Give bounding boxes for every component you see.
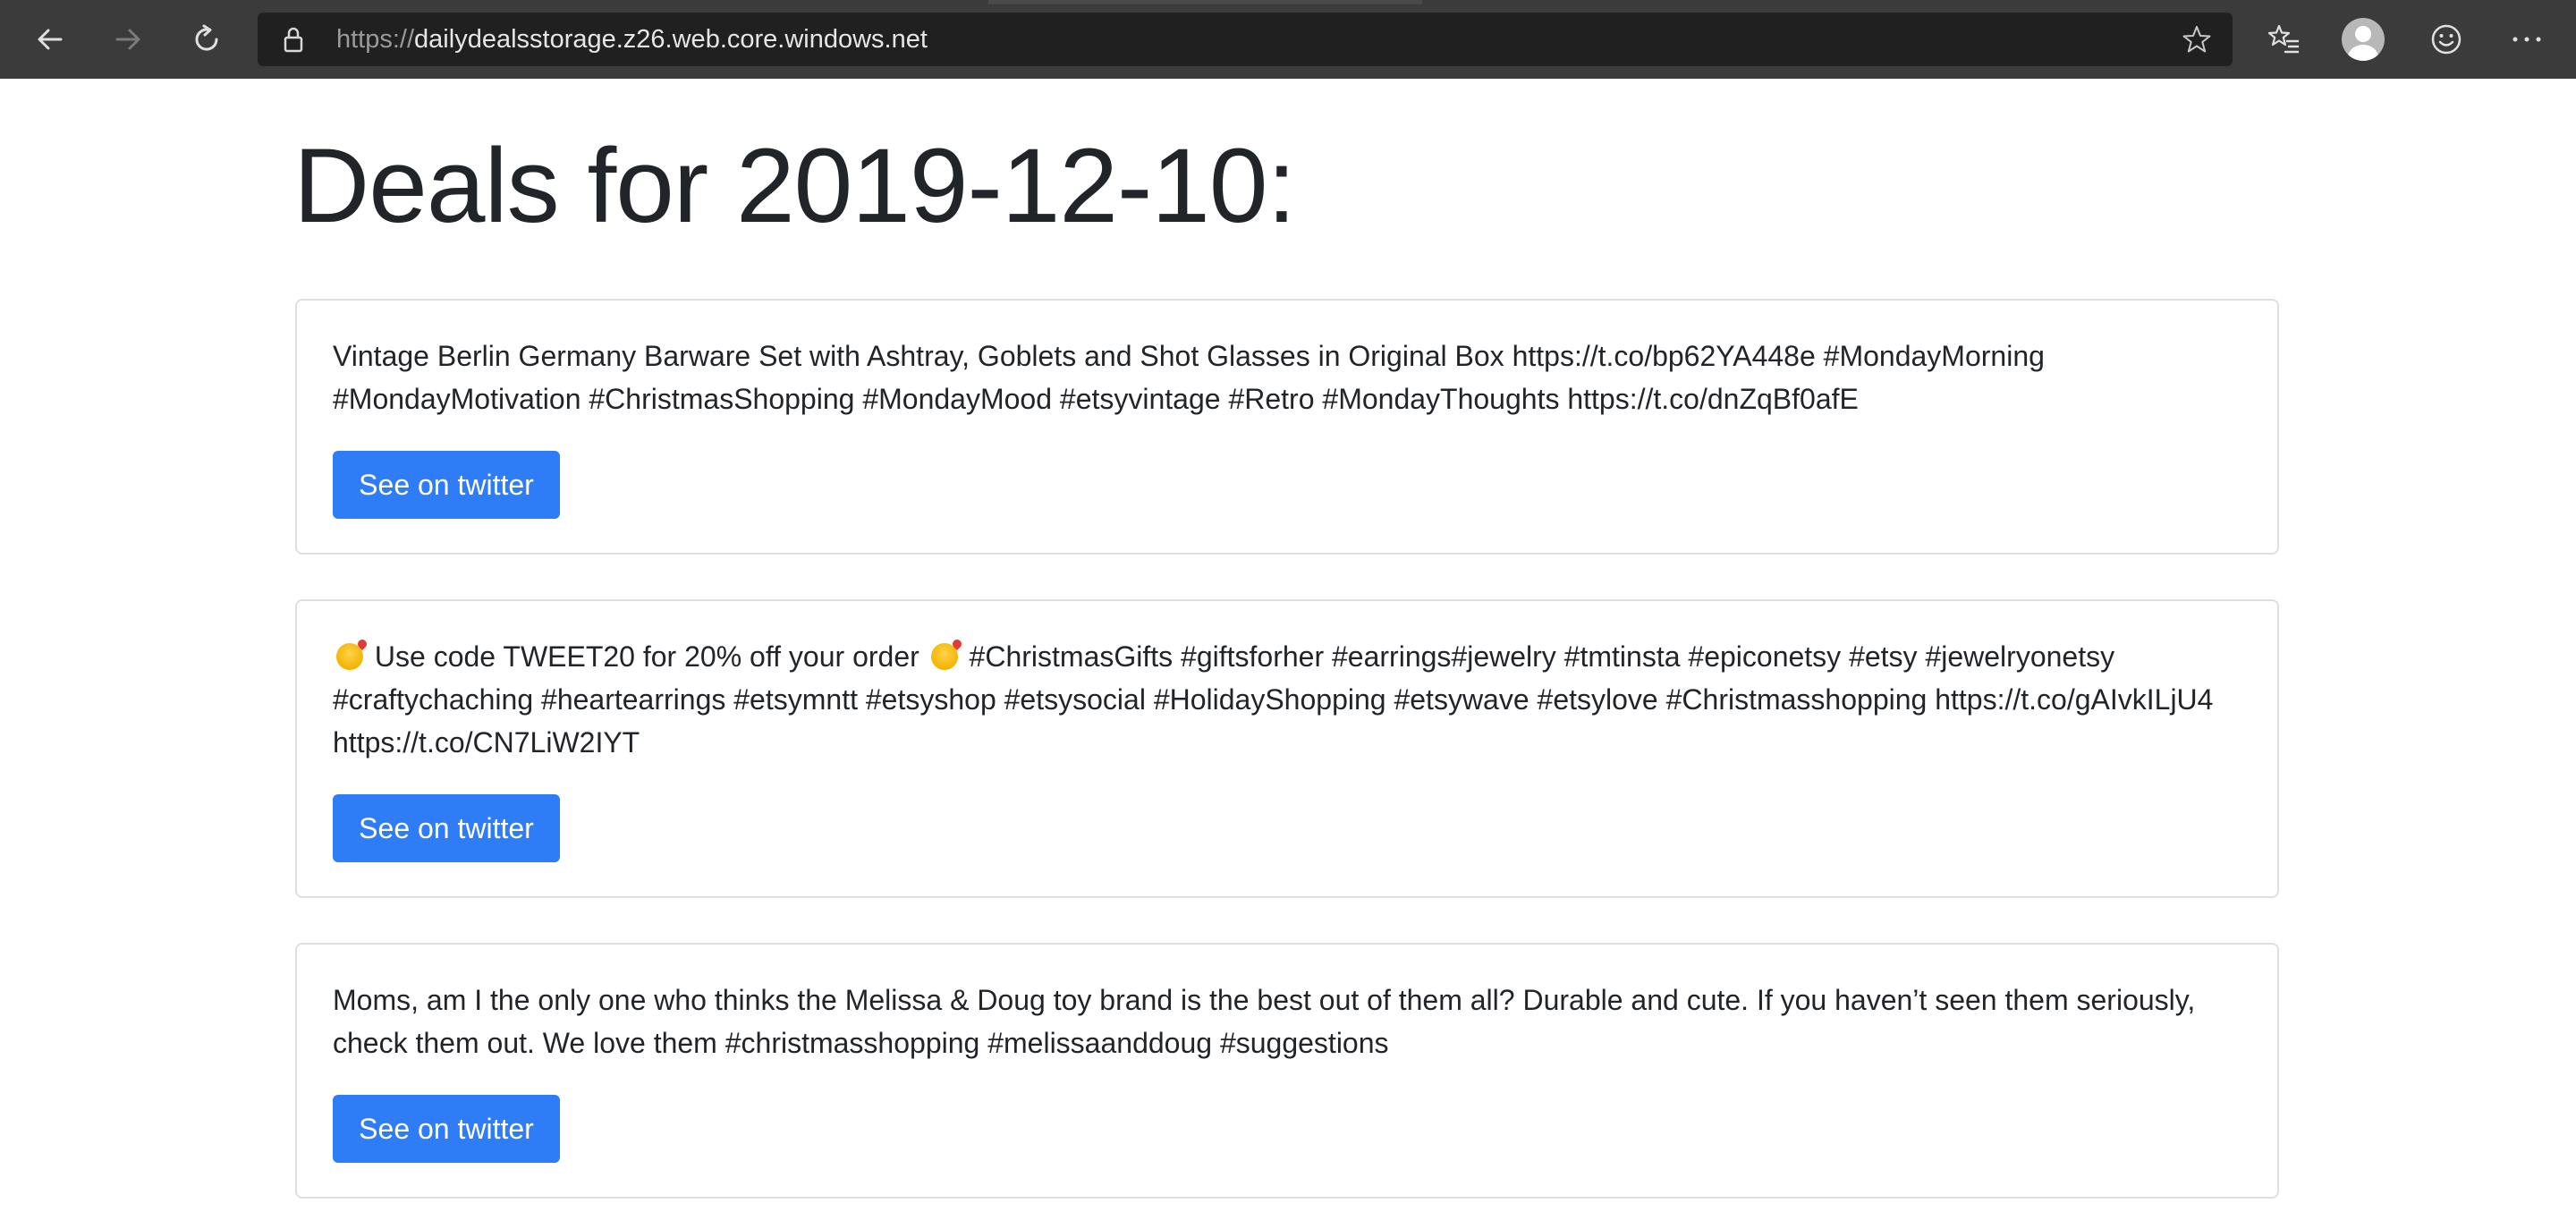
deal-card: Moms, am I the only one who thinks the M… — [295, 943, 2279, 1199]
url-scheme: https:// — [336, 25, 415, 54]
forward-button[interactable] — [106, 17, 150, 62]
more-menu-button[interactable] — [2504, 17, 2549, 62]
deal-card: Vintage Berlin Germany Barware Set with … — [295, 299, 2279, 555]
page-title: Deals for 2019-12-10: — [293, 127, 1296, 245]
smiley-icon — [2431, 24, 2462, 55]
url-field[interactable]: https://dailydealsstorage.z26.web.core.w… — [336, 13, 2036, 66]
url-host: dailydealsstorage.z26.web.core.windows.n… — [414, 25, 928, 54]
active-tab-indicator — [988, 0, 1422, 4]
ellipsis-icon — [2512, 37, 2541, 42]
see-on-twitter-button[interactable]: See on twitter — [333, 794, 560, 862]
arrow-left-icon — [38, 29, 63, 50]
smiling-face-with-hearts-icon — [336, 643, 363, 670]
address-bar[interactable]: https://dailydealsstorage.z26.web.core.w… — [258, 13, 2233, 66]
see-on-twitter-button[interactable]: See on twitter — [333, 1095, 560, 1163]
refresh-button[interactable] — [184, 17, 229, 62]
deal-text-part1: Use code TWEET20 for 20% off your order — [374, 640, 919, 673]
favorites-button[interactable] — [2261, 17, 2306, 62]
favorites-list-icon — [2267, 24, 2300, 54]
back-button[interactable] — [28, 17, 72, 62]
lock-icon — [284, 27, 303, 53]
arrow-right-icon — [115, 29, 140, 50]
browser-toolbar: https://dailydealsstorage.z26.web.core.w… — [0, 0, 2576, 80]
see-on-twitter-button[interactable]: See on twitter — [333, 451, 560, 519]
smiling-face-with-hearts-icon — [930, 643, 958, 670]
page-content: Deals for 2019-12-10: Vintage Berlin Ger… — [0, 79, 2576, 1229]
deal-text: Use code TWEET20 for 20% off your order … — [333, 635, 2256, 764]
avatar — [2342, 18, 2385, 61]
feedback-button[interactable] — [2424, 17, 2469, 62]
refresh-icon — [195, 24, 218, 51]
profile-button[interactable] — [2341, 17, 2385, 62]
star-icon[interactable] — [2181, 23, 2213, 55]
deal-text: Moms, am I the only one who thinks the M… — [333, 984, 2196, 1059]
deal-card: Use code TWEET20 for 20% off your order … — [295, 599, 2279, 898]
deal-text: Vintage Berlin Germany Barware Set with … — [333, 340, 2045, 415]
